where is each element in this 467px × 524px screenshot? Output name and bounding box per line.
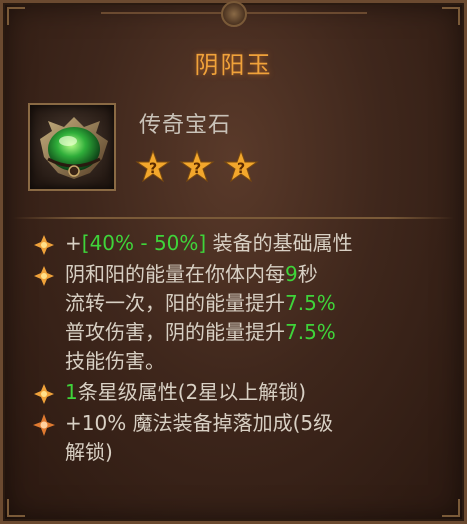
socket-row: ? ? ? — [135, 149, 259, 185]
stat-base-attribute: +[40% - 50%] 装备的基础属性 — [31, 229, 444, 258]
green-gem-icon — [40, 117, 108, 179]
stat-star-attribute: 1条星级属性(2星以上解锁) — [31, 378, 444, 407]
stat-magic-drop: +10% 魔法装备掉落加成(5级 解锁) — [31, 409, 444, 467]
ornament-icon — [100, 1, 367, 27]
corner-ornament — [442, 7, 460, 25]
diamond-bullet-icon — [33, 414, 55, 436]
item-name: 阴阳玉 — [194, 51, 273, 79]
socket-star-icon[interactable]: ? — [223, 149, 259, 185]
svg-text:?: ? — [149, 161, 157, 177]
corner-ornament — [7, 7, 25, 25]
diamond-bullet-icon — [34, 384, 54, 404]
corner-ornament — [7, 499, 25, 517]
socket-star-icon[interactable]: ? — [179, 149, 215, 185]
diamond-bullet-icon — [34, 266, 54, 286]
socket-star-icon[interactable]: ? — [135, 149, 171, 185]
stats-list: +[40% - 50%] 装备的基础属性 阴和阳的能量在你体内每9秒 流转一次，… — [31, 229, 444, 467]
corner-ornament — [442, 499, 460, 517]
diamond-bullet-icon — [34, 235, 54, 255]
stat-yin-yang: 阴和阳的能量在你体内每9秒 流转一次，阳的能量提升7.5% 普攻伤害，阴的能量提… — [31, 260, 444, 376]
divider — [13, 217, 454, 219]
svg-text:?: ? — [237, 161, 245, 177]
svg-text:?: ? — [193, 161, 201, 177]
item-type: 传奇宝石 — [139, 113, 232, 138]
item-tooltip: 阴阳玉 传奇宝石 ? ? ? +[40% - 50%] 装备的基础属性 阴和阳的… — [0, 0, 467, 524]
item-icon-frame[interactable] — [28, 103, 116, 191]
